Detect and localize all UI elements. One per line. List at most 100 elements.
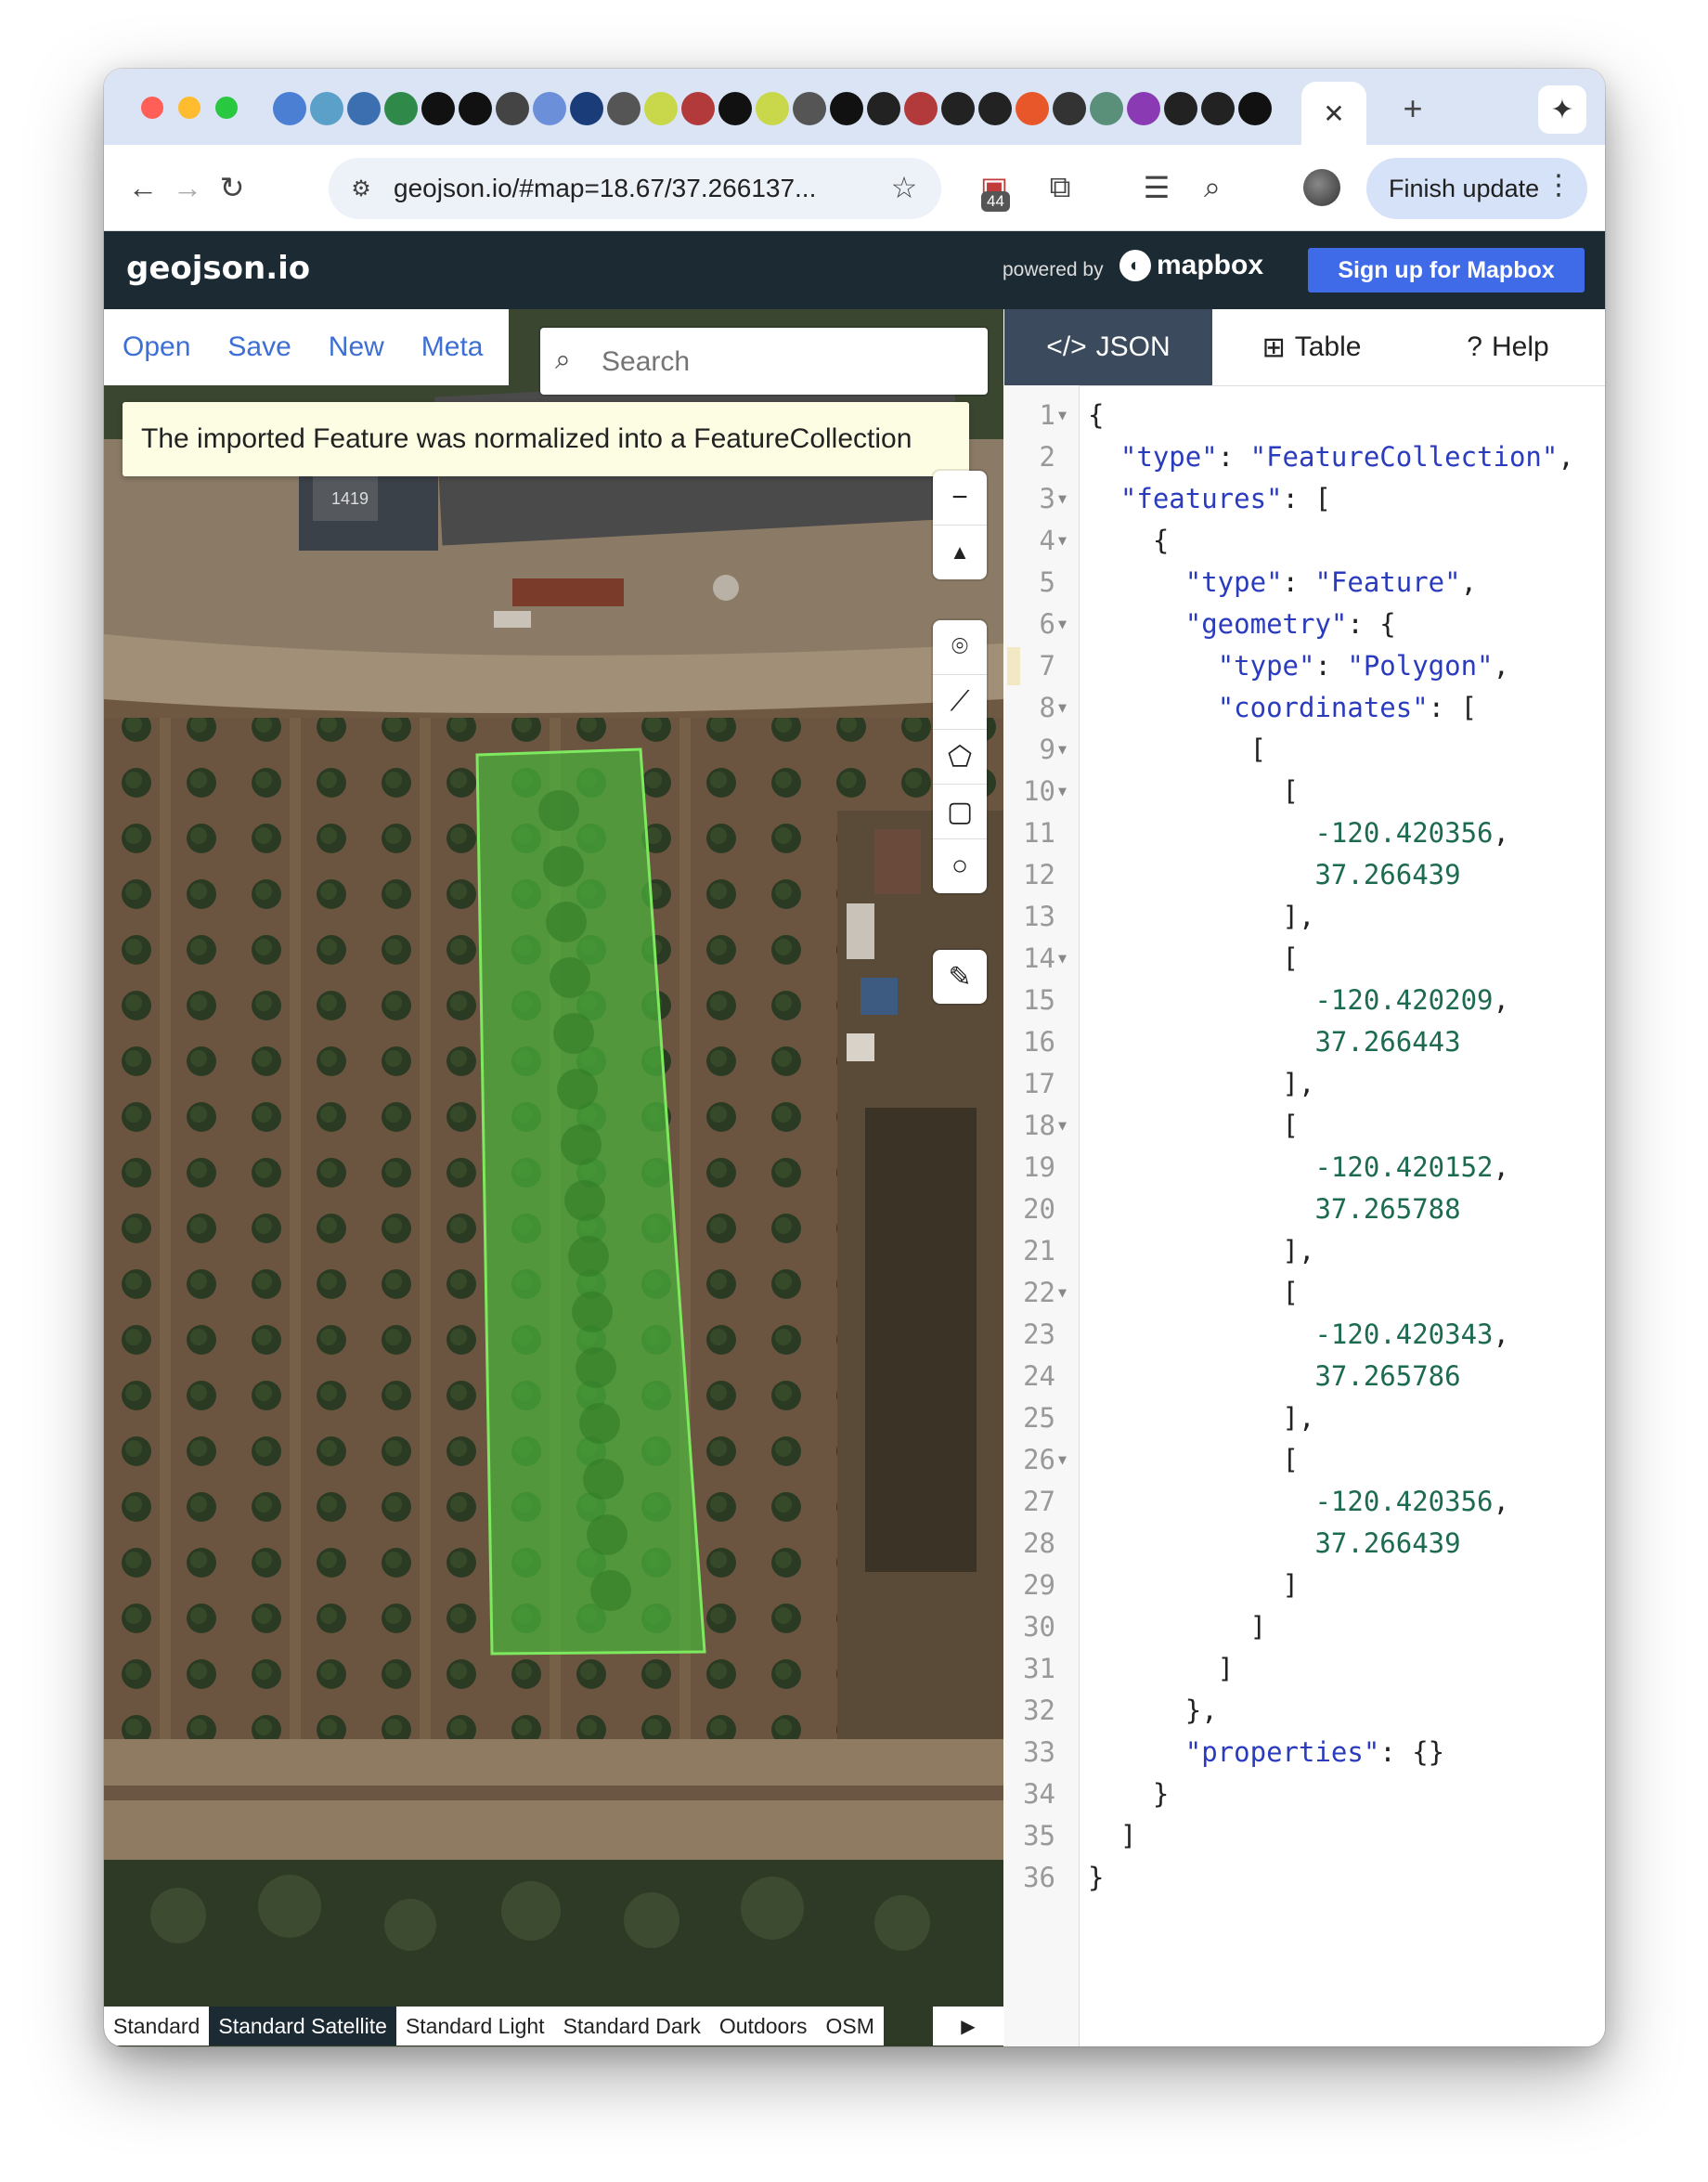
code-line[interactable]: 15 -120.420209, (1004, 980, 1605, 1021)
pinned-tab-favicon-icon[interactable] (384, 92, 418, 125)
pinned-tab-favicon-icon[interactable] (718, 92, 752, 125)
close-tab-icon[interactable]: ✕ (1323, 98, 1344, 129)
address-bar[interactable]: ⚙ geojson.io/#map=18.67/37.266137... ☆ (329, 158, 941, 219)
tab-json[interactable]: </> JSON (1004, 309, 1212, 385)
tab-table[interactable]: ⊞ Table (1212, 309, 1411, 385)
code-line[interactable]: 10 ▼ [ (1004, 771, 1605, 812)
code-line[interactable]: 29 ] (1004, 1565, 1605, 1606)
extensions-puzzle-icon[interactable]: ⧉ (1038, 165, 1082, 210)
code-line[interactable]: 2 "type": "FeatureCollection", (1004, 436, 1605, 478)
fold-arrow-icon[interactable]: ▼ (1058, 1439, 1067, 1481)
more-styles-arrow-icon[interactable]: ▶ (933, 2007, 1003, 2046)
pinned-tab-favicon-icon[interactable] (978, 92, 1012, 125)
pinned-tab-favicon-icon[interactable] (644, 92, 678, 125)
code-line[interactable]: 24 37.265786 (1004, 1356, 1605, 1397)
zoom-window-button[interactable] (215, 97, 238, 119)
pinned-tab-favicon-icon[interactable] (347, 92, 381, 125)
pinned-tab-favicon-icon[interactable] (1164, 92, 1197, 125)
code-line[interactable]: 8 ▼ "coordinates": [ (1004, 687, 1605, 729)
zoom-out-icon[interactable]: − (933, 471, 987, 526)
pinned-tab-favicon-icon[interactable] (421, 92, 455, 125)
minimize-window-button[interactable] (178, 97, 201, 119)
active-tab[interactable]: ✕ (1301, 82, 1366, 145)
pinned-tab-favicon-icon[interactable] (1016, 92, 1049, 125)
code-line[interactable]: 12 37.266439 (1004, 854, 1605, 896)
mapbox-logo[interactable]: ◐ mapbox (1119, 250, 1263, 281)
pinned-tab-favicon-icon[interactable] (607, 92, 640, 125)
code-line[interactable]: 18 ▼ [ (1004, 1105, 1605, 1147)
fold-arrow-icon[interactable]: ▼ (1058, 771, 1067, 812)
code-line[interactable]: 6 ▼ "geometry": { (1004, 604, 1605, 645)
fold-arrow-icon[interactable]: ▼ (1058, 729, 1067, 771)
code-line[interactable]: 19 -120.420152, (1004, 1147, 1605, 1188)
pinned-tab-favicon-icon[interactable] (496, 92, 529, 125)
pinned-tab-favicon-icon[interactable] (1127, 92, 1160, 125)
pinned-tab-favicon-icon[interactable] (533, 92, 566, 125)
edit-icon[interactable]: ✎ (933, 950, 987, 1004)
close-window-button[interactable] (141, 97, 163, 119)
code-line[interactable]: 27 -120.420356, (1004, 1481, 1605, 1523)
gemini-sparkle-icon[interactable]: ✦ (1538, 85, 1586, 134)
code-line[interactable]: 21 ], (1004, 1230, 1605, 1272)
draw-line-icon[interactable]: ⟋ (933, 675, 987, 730)
pinned-tab-favicon-icon[interactable] (1201, 92, 1235, 125)
pinned-tab-favicon-icon[interactable] (273, 92, 306, 125)
code-line[interactable]: 25 ], (1004, 1397, 1605, 1439)
style-standard-light[interactable]: Standard Light (396, 2007, 554, 2046)
draw-circle-icon[interactable]: ○ (933, 839, 987, 893)
code-line[interactable]: 17 ], (1004, 1063, 1605, 1105)
pinned-tab-favicon-icon[interactable] (830, 92, 863, 125)
code-line[interactable]: 36} (1004, 1857, 1605, 1899)
pinned-tab-favicon-icon[interactable] (310, 92, 343, 125)
new-tab-button[interactable]: + (1390, 85, 1436, 132)
pinned-tab-favicon-icon[interactable] (1238, 92, 1272, 125)
reload-icon[interactable]: ↻ (210, 165, 254, 210)
fold-arrow-icon[interactable]: ▼ (1058, 478, 1067, 520)
more-menu-icon[interactable]: ⋮ (1545, 169, 1572, 201)
search-box[interactable]: ⌕ (540, 328, 988, 395)
json-editor[interactable]: 1 ▼{2 "type": "FeatureCollection", 3 ▼ "fea… (1004, 395, 1605, 1899)
pinned-tab-favicon-icon[interactable] (941, 92, 975, 125)
pinned-tab-favicon-icon[interactable] (793, 92, 826, 125)
draw-point-icon[interactable]: ⌾ (933, 620, 987, 675)
code-line[interactable]: 33 "properties": {} (1004, 1732, 1605, 1773)
pinned-tab-favicon-icon[interactable] (904, 92, 938, 125)
pinned-tab-favicon-icon[interactable] (570, 92, 603, 125)
fold-arrow-icon[interactable]: ▼ (1058, 1272, 1067, 1314)
code-line[interactable]: 22 ▼ [ (1004, 1272, 1605, 1314)
compass-icon[interactable]: ▲ (933, 526, 987, 579)
fold-arrow-icon[interactable]: ▼ (1058, 1105, 1067, 1147)
fold-arrow-icon[interactable]: ▼ (1058, 395, 1067, 436)
tab-help[interactable]: ? Help (1411, 309, 1605, 385)
fold-arrow-icon[interactable]: ▼ (1058, 604, 1067, 645)
profile-avatar[interactable] (1303, 169, 1340, 206)
code-line[interactable]: 28 37.266439 (1004, 1523, 1605, 1565)
code-line[interactable]: 11 -120.420356, (1004, 812, 1605, 854)
code-line[interactable]: 9 ▼ [ (1004, 729, 1605, 771)
menu-new[interactable]: New (329, 331, 384, 363)
fold-arrow-icon[interactable]: ▼ (1058, 520, 1067, 562)
code-line[interactable]: 1 ▼ { (1004, 395, 1605, 436)
signup-mapbox-button[interactable]: Sign up for Mapbox (1308, 248, 1585, 292)
code-line[interactable]: 14 ▼ [ (1004, 938, 1605, 980)
fold-arrow-icon[interactable]: ▼ (1058, 687, 1067, 729)
menu-open[interactable]: Open (123, 331, 190, 363)
site-settings-icon[interactable]: ⚙ (345, 173, 377, 204)
code-line[interactable]: 31 ] (1004, 1648, 1605, 1690)
draw-rectangle-icon[interactable]: ▢ (933, 785, 987, 839)
code-line[interactable]: 16 37.266443 (1004, 1021, 1605, 1063)
draw-polygon-icon[interactable]: ⬠ (933, 730, 987, 785)
url-text[interactable]: geojson.io/#map=18.67/37.266137... (394, 174, 816, 203)
code-line[interactable]: 30 ] (1004, 1606, 1605, 1648)
pinned-tab-favicon-icon[interactable] (1053, 92, 1086, 125)
back-arrow-icon[interactable]: ← (121, 165, 165, 210)
code-line[interactable]: 7 "type": "Polygon", (1004, 645, 1605, 687)
forward-arrow-icon[interactable]: → (165, 165, 210, 210)
style-outdoors[interactable]: Outdoors (710, 2007, 817, 2046)
pinned-tab-favicon-icon[interactable] (867, 92, 900, 125)
code-line[interactable]: 34 } (1004, 1773, 1605, 1815)
pinned-tab-favicon-icon[interactable] (1090, 92, 1123, 125)
finish-update-button[interactable]: Finish update ⋮ (1366, 158, 1587, 219)
code-line[interactable]: 35 ] (1004, 1815, 1605, 1857)
search-input[interactable] (600, 341, 975, 383)
